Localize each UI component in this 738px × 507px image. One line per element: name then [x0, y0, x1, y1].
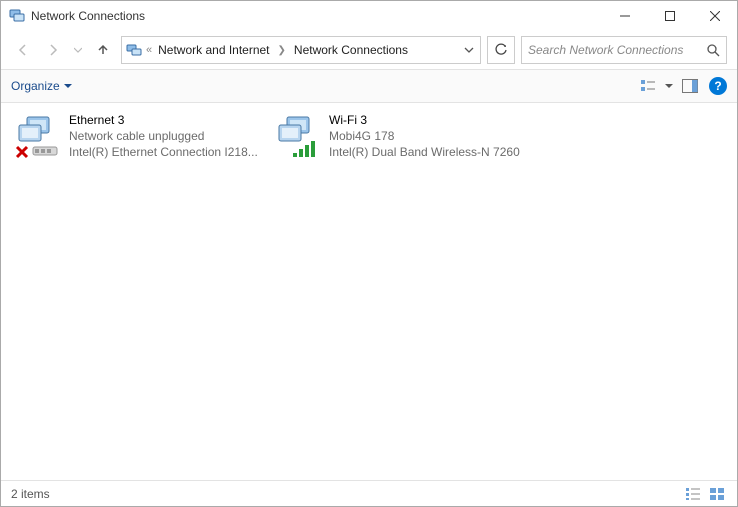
title-bar: Network Connections — [1, 1, 737, 31]
connection-device: Intel(R) Dual Band Wireless-N 7260 — [329, 144, 520, 160]
search-icon[interactable] — [706, 43, 720, 57]
minimize-button[interactable] — [602, 1, 647, 31]
connection-item-ethernet[interactable]: Ethernet 3 Network cable unplugged Intel… — [13, 113, 263, 161]
wifi-icon — [273, 113, 321, 161]
search-placeholder: Search Network Connections — [528, 43, 706, 57]
preview-pane-button[interactable] — [679, 75, 701, 97]
recent-locations-dropdown[interactable] — [71, 38, 85, 62]
details-view-button[interactable] — [683, 485, 703, 503]
connection-status: Mobi4G 178 — [329, 128, 520, 144]
breadcrumb-segment[interactable]: Network Connections — [292, 43, 410, 57]
navigation-row: « Network and Internet ❯ Network Connect… — [1, 31, 737, 69]
ethernet-icon — [13, 113, 61, 161]
view-options-button[interactable] — [637, 75, 659, 97]
organize-menu[interactable]: Organize — [11, 79, 72, 93]
chevron-down-icon — [64, 82, 72, 90]
window: Network Connections — [0, 0, 738, 507]
status-bar: 2 items — [1, 480, 737, 506]
up-button[interactable] — [91, 38, 115, 62]
connection-text: Wi-Fi 3 Mobi4G 178 Intel(R) Dual Band Wi… — [329, 113, 520, 160]
connection-status: Network cable unplugged — [69, 128, 258, 144]
address-bar[interactable]: « Network and Internet ❯ Network Connect… — [121, 36, 481, 64]
location-icon — [126, 42, 142, 58]
connection-text: Ethernet 3 Network cable unplugged Intel… — [69, 113, 258, 160]
large-icons-view-button[interactable] — [707, 485, 727, 503]
connection-device: Intel(R) Ethernet Connection I218... — [69, 144, 258, 160]
signal-bars-icon — [293, 141, 315, 157]
forward-button[interactable] — [41, 38, 65, 62]
connection-item-wifi[interactable]: Wi-Fi 3 Mobi4G 178 Intel(R) Dual Band Wi… — [273, 113, 523, 161]
overflow-chevron-icon[interactable]: « — [146, 44, 152, 56]
content-area[interactable]: Ethernet 3 Network cable unplugged Intel… — [1, 103, 737, 480]
organize-label: Organize — [11, 79, 60, 93]
close-button[interactable] — [692, 1, 737, 31]
view-dropdown-button[interactable] — [663, 75, 675, 97]
refresh-button[interactable] — [487, 36, 515, 64]
connection-name: Wi-Fi 3 — [329, 113, 520, 127]
item-count: 2 items — [11, 487, 50, 501]
search-input[interactable]: Search Network Connections — [521, 36, 727, 64]
error-overlay-icon — [17, 147, 27, 157]
window-title: Network Connections — [31, 9, 602, 23]
help-button[interactable]: ? — [709, 77, 727, 95]
maximize-button[interactable] — [647, 1, 692, 31]
connection-name: Ethernet 3 — [69, 113, 258, 127]
back-button[interactable] — [11, 38, 35, 62]
app-icon — [9, 8, 25, 24]
chevron-right-icon[interactable]: ❯ — [276, 45, 288, 56]
breadcrumb-segment[interactable]: Network and Internet — [156, 43, 271, 57]
command-bar: Organize ? — [1, 69, 737, 103]
address-dropdown[interactable] — [464, 45, 474, 55]
